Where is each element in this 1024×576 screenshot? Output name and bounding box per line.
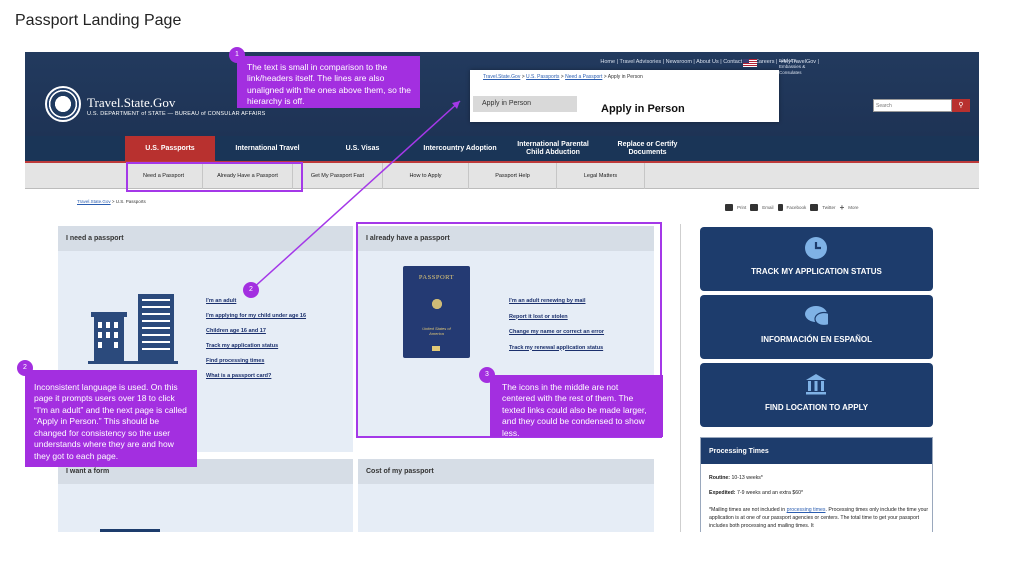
- annotation-note-2: Inconsistent language is used. On this p…: [25, 370, 197, 467]
- annotation-arrows: [250, 100, 461, 291]
- annotation-note-1: The text is small in comparison to the l…: [237, 56, 420, 108]
- annotation-note-3: The icons in the middle are not centered…: [490, 375, 663, 438]
- annotation-number-2a: 2: [243, 282, 259, 298]
